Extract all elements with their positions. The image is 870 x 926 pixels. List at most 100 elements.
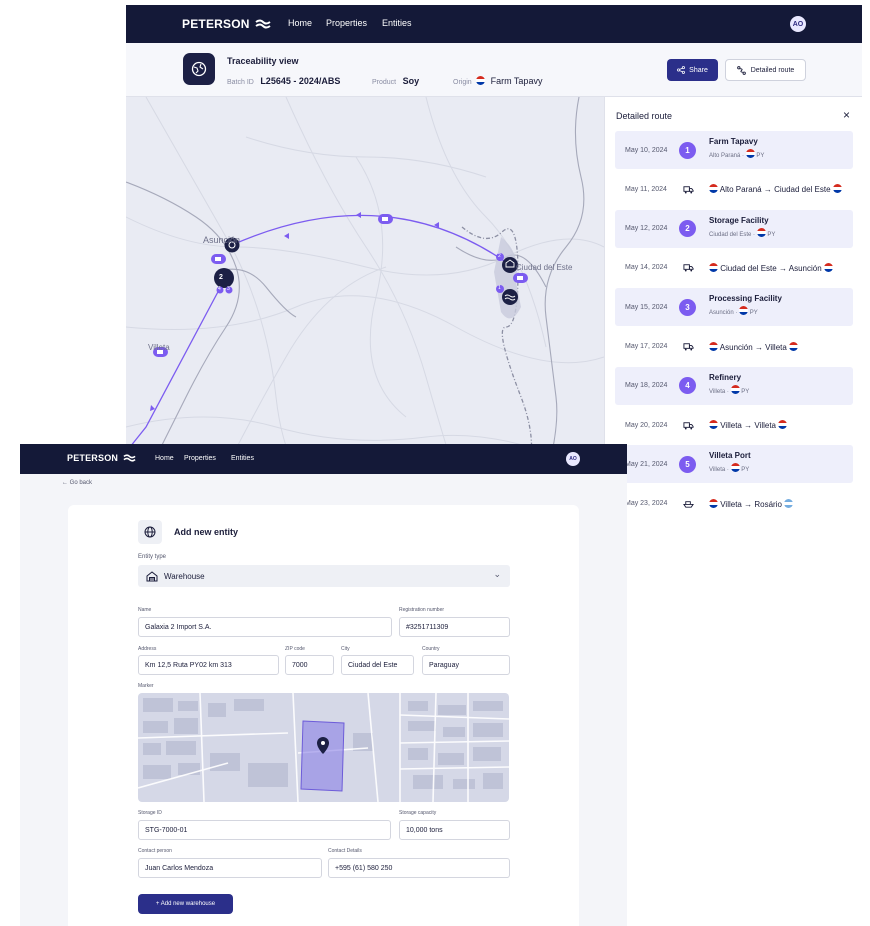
product-label: Product xyxy=(372,79,397,86)
stop-name: Processing Facility xyxy=(709,294,782,304)
nav-entities[interactable]: Entities xyxy=(231,455,254,462)
add-entity-window: PETERSON Home Properties Entities AO ← G… xyxy=(20,444,627,926)
top-nav: PETERSON Home Properties Entities AO xyxy=(20,444,627,474)
share-label: Share xyxy=(689,66,708,74)
city-label: City xyxy=(341,646,350,652)
stop-name: Storage Facility xyxy=(709,215,769,225)
stop-location: Villeta · PY xyxy=(709,384,749,395)
truck-icon xyxy=(683,186,694,194)
contact-person-label: Contact person xyxy=(138,848,172,854)
registration-field[interactable]: #3251711309 xyxy=(399,617,510,637)
storage-id-label: Storage ID xyxy=(138,810,162,816)
nav-home[interactable]: Home xyxy=(288,18,312,28)
avatar[interactable]: AO xyxy=(566,452,580,466)
step-number-badge: 2 xyxy=(679,220,696,238)
warehouse-icon xyxy=(146,570,158,581)
py-flag-icon xyxy=(709,341,718,351)
contact-details-label: Contact Details xyxy=(328,848,362,854)
transit-path: Villeta → Rosário xyxy=(709,498,794,508)
stop-name: Farm Tapavy xyxy=(709,137,758,146)
marker-num: 1 xyxy=(498,285,501,291)
marker-num: 2 xyxy=(498,253,501,259)
nav-properties[interactable]: Properties xyxy=(184,455,216,462)
cluster-marker[interactable] xyxy=(214,268,234,288)
route-stop-row[interactable]: May 10, 2024 1 Farm Tapavy Alto Paraná · PY xyxy=(615,131,853,169)
py-flag-icon xyxy=(778,420,788,430)
entity-type-value: Warehouse xyxy=(164,571,205,581)
capacity-label: Storage capacity xyxy=(399,810,437,816)
route-transit-row[interactable]: May 20, 2024 Villeta → Villeta xyxy=(615,406,853,444)
close-icon[interactable]: × xyxy=(843,108,850,122)
address-field[interactable]: Km 12,5 Ruta PY02 km 313 xyxy=(138,655,279,675)
py-flag-icon xyxy=(730,463,740,473)
marker-num: 3 xyxy=(227,286,230,292)
nav-entities[interactable]: Entities xyxy=(382,18,412,28)
stop-location: Asunción · PY xyxy=(709,306,758,316)
storage-id-field[interactable]: STG-7000-01 xyxy=(138,820,391,840)
py-flag-icon xyxy=(832,184,842,194)
zip-field[interactable]: 7000 xyxy=(285,655,334,675)
form-title: Add new entity xyxy=(174,527,239,537)
logo-wave-icon xyxy=(123,454,136,462)
origin-value: Farm Tapavy xyxy=(490,76,543,86)
route-transit-row[interactable]: May 17, 2024 Asunción → Villeta xyxy=(615,328,853,366)
contact-person-field[interactable]: Juan Carlos Mendoza xyxy=(138,858,322,878)
route-transit-row[interactable]: May 23, 2024 Villeta → Rosário xyxy=(615,485,853,508)
route-date: May 20, 2024 xyxy=(625,421,668,429)
origin-info: Origin Farm Tapavy xyxy=(453,71,542,89)
add-warehouse-button[interactable]: + Add new warehouse xyxy=(138,894,233,914)
transit-path: Alto Paraná → Ciudad del Este xyxy=(709,184,842,194)
nav-properties[interactable]: Properties xyxy=(326,18,367,28)
py-flag-icon xyxy=(789,341,799,351)
py-flag-icon xyxy=(745,149,755,158)
step-number-badge: 4 xyxy=(679,377,696,395)
capacity-field[interactable]: 10,000 tons xyxy=(399,820,510,840)
panel-title: Detailed route xyxy=(616,111,673,121)
transit-path: Ciudad del Este → Asunción xyxy=(709,262,833,273)
route-stop-row[interactable]: May 18, 2024 4 Refinery Villeta · PY xyxy=(615,366,853,405)
city-field[interactable]: Ciudad del Este xyxy=(341,655,414,675)
batch-id-label: Batch ID xyxy=(227,79,254,86)
route-stop-row[interactable]: May 12, 2024 2 Storage Facility Ciudad del … xyxy=(615,209,853,248)
go-back-link[interactable]: ← Go back xyxy=(62,480,92,486)
route-date: May 23, 2024 xyxy=(625,500,668,508)
marker-map[interactable] xyxy=(138,693,509,802)
name-label: Name xyxy=(138,607,152,613)
product-info: Product Soy xyxy=(372,71,419,89)
route-transit-row[interactable]: May 14, 2024 Ciudad del Este → Asunción xyxy=(615,249,853,287)
chevron-down-icon: ⌄ xyxy=(493,569,501,579)
traceability-window: PETERSON Home Properties Entities AO Tra… xyxy=(126,5,862,508)
stop-name: Villeta Port xyxy=(709,451,751,461)
transit-path: Villeta → Villeta xyxy=(709,420,788,430)
ship-icon xyxy=(683,501,694,508)
zip-label: ZIP code xyxy=(285,646,305,652)
stop-location: Alto Paraná · PY xyxy=(709,149,764,159)
avatar[interactable]: AO xyxy=(790,16,806,32)
route-stop-row[interactable]: May 21, 2024 5 Villeta Port Villeta · PY xyxy=(615,445,853,484)
map-label-asuncion: Asunción xyxy=(203,235,241,245)
stop-location: Villeta · PY xyxy=(709,463,749,473)
nav-home[interactable]: Home xyxy=(155,455,174,462)
name-field[interactable]: Galaxia 2 Import S.A. xyxy=(138,617,392,637)
country-field[interactable]: Paraguay xyxy=(422,655,510,675)
marker-label: Marker xyxy=(138,683,154,689)
detailed-route-button[interactable]: Detailed route xyxy=(725,59,806,81)
route-icon xyxy=(736,65,746,75)
contact-details-field[interactable]: +595 (61) 580 250 xyxy=(328,858,510,878)
origin-label: Origin xyxy=(453,79,472,86)
detailed-route-label: Detailed route xyxy=(750,66,795,74)
route-stop-row[interactable]: May 15, 2024 3 Processing Facility Asunción… xyxy=(615,288,853,327)
py-flag-icon xyxy=(730,384,740,394)
py-flag-icon xyxy=(709,262,718,272)
py-flag-icon xyxy=(709,420,718,430)
farm-marker-icon[interactable] xyxy=(502,289,518,305)
route-transit-row[interactable]: May 11, 2024 Alto Paraná → Ciudad del Es… xyxy=(615,170,853,208)
route-date: May 21, 2024 xyxy=(625,460,668,468)
satellite-map-canvas xyxy=(138,693,509,802)
share-button[interactable]: Share xyxy=(667,59,718,81)
transit-path: Asunción → Villeta xyxy=(709,341,799,352)
batch-id-value: L25645 - 2024/ABS xyxy=(260,76,341,86)
entity-type-select[interactable]: Warehouse ⌄ xyxy=(138,565,510,587)
py-flag-icon xyxy=(756,227,766,237)
country-label: Country xyxy=(422,646,440,652)
